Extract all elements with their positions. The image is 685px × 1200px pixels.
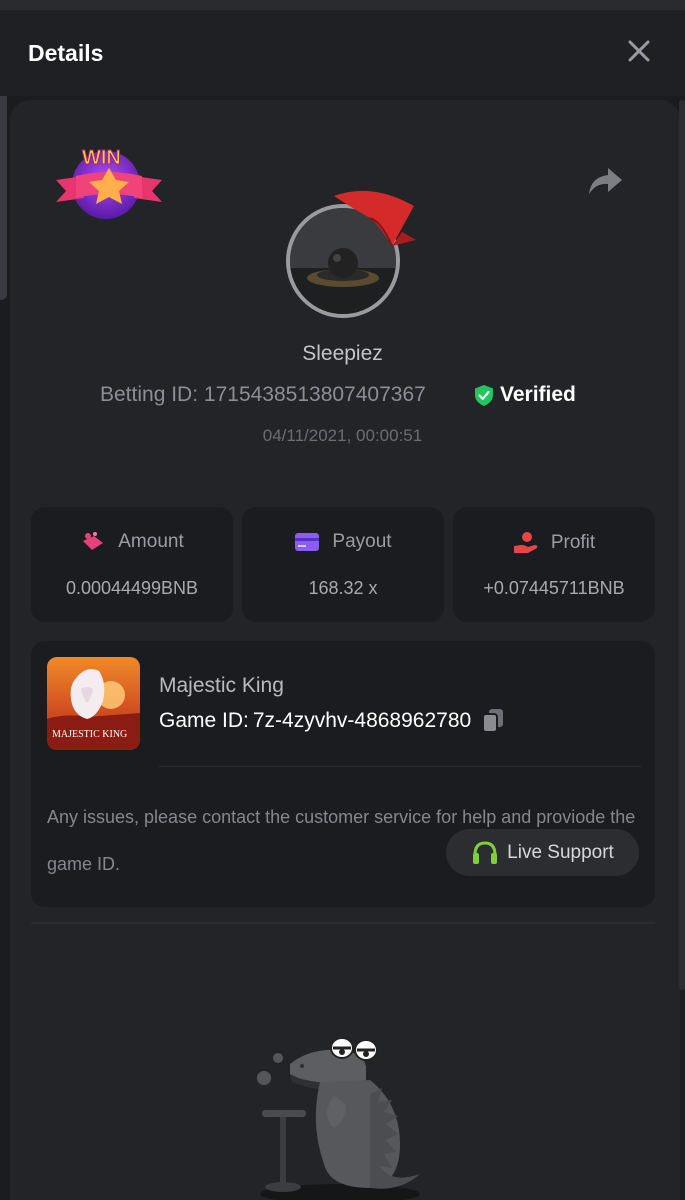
coins-icon [83,532,104,550]
details-header: Details [0,10,685,96]
scrollbar[interactable] [679,100,685,990]
top-status-strip [0,0,685,10]
close-icon [628,40,650,62]
bet-datetime: 04/11/2021, 00:00:51 [262,426,423,445]
win-badge-text: WIN [82,147,121,169]
shield-check-icon [475,384,493,406]
betting-id-value: 1715438513807407367 [203,383,426,406]
headset-icon [473,840,498,864]
game-id-row: Game ID: 7z-4zyvhv-4868962780 [159,708,505,734]
share-icon [589,168,622,194]
stat-amount-label: Amount [118,531,184,552]
player-name: Sleepiez [302,342,383,365]
wizard-hat-icon [334,190,416,247]
game-id-value: 7z-4zyvhv-4868962780 [252,709,472,732]
close-button[interactable] [624,36,654,66]
avatar-wrapper [284,190,416,318]
win-badge: WIN [54,140,164,225]
live-support-button[interactable]: Live Support [446,829,639,876]
live-support-label: Live Support [507,841,614,863]
game-thumb-text: MAJESTIC KING [52,729,127,740]
copy-icon[interactable] [481,708,505,734]
stat-amount-value: 0.00044499BNB [65,578,199,598]
game-divider [159,766,641,767]
mascot-illustration [250,1024,440,1200]
stat-profit-label: Profit [550,532,596,553]
verified-label: Verified [500,383,576,406]
game-thumbnail[interactable]: MAJESTIC KING [47,657,140,750]
verified-badge: Verified [474,383,576,407]
betting-id-label: Betting ID: [100,383,199,406]
stat-amount: Amount 0.00044499BNB [31,507,233,622]
win-badge-icon: WIN [56,147,162,219]
game-thumbnail-image: MAJESTIC KING [47,657,140,750]
stat-profit: Profit +0.07445711BNB [453,507,655,622]
game-name: Majestic King [159,674,284,697]
stat-payout-value: 168.32 x [308,578,378,598]
betting-id-line: Betting ID: 1715438513807407367 [100,383,426,407]
stat-payout: Payout 168.32 x [242,507,444,622]
stat-payout-label: Payout [332,531,392,552]
stat-profit-value: +0.07445711BNB [483,578,625,598]
page-title: Details [28,40,104,66]
game-id-label: Game ID: [159,709,249,732]
crocodile-mascot-icon [257,1037,420,1200]
section-divider [31,922,655,924]
card-icon [295,533,320,551]
game-info-card: MAJESTIC KING Majestic King Game ID: 7z-… [31,641,655,907]
profit-hand-icon [513,532,538,553]
share-button[interactable] [586,165,624,197]
